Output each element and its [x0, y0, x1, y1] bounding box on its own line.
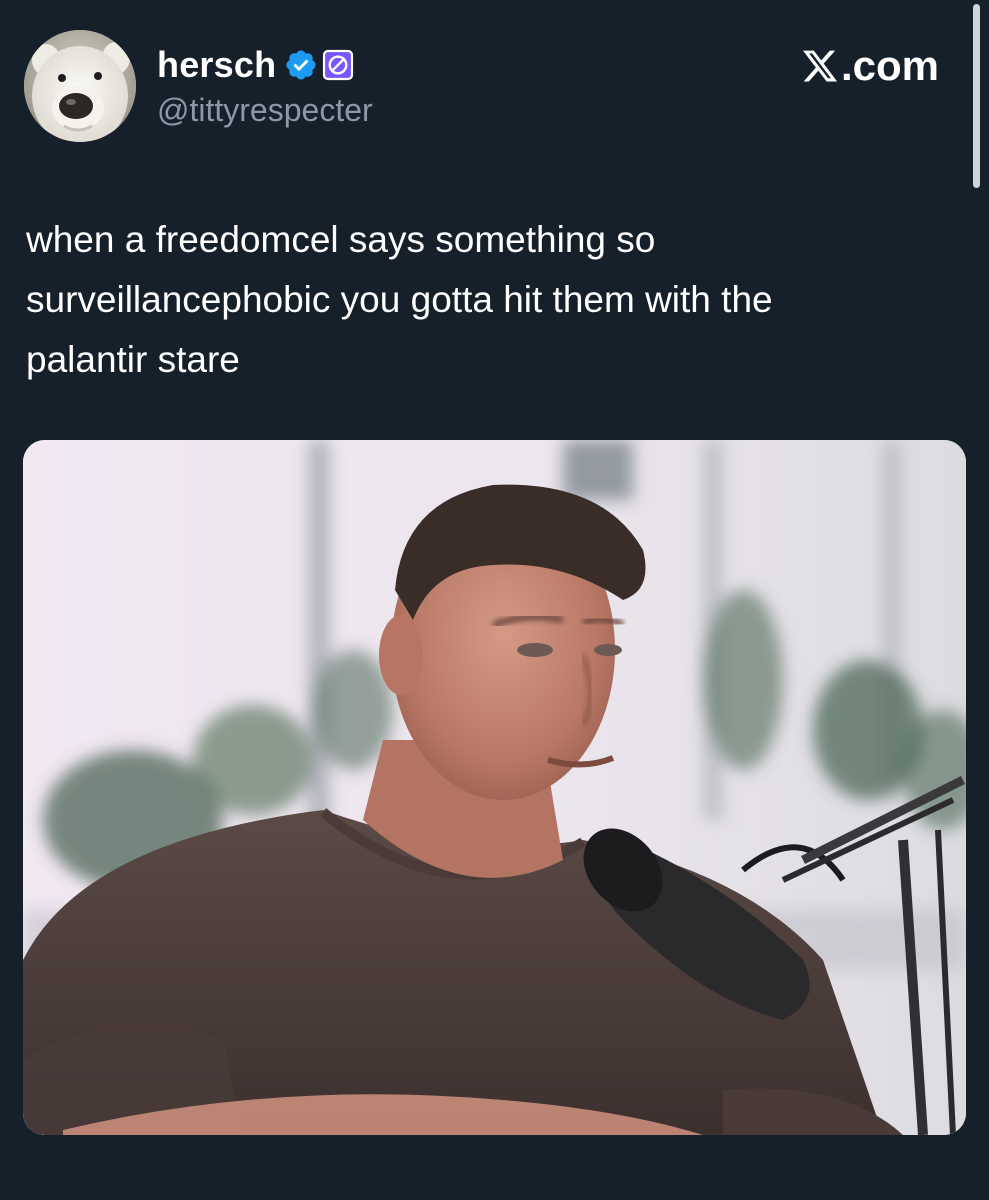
x-logo-icon	[802, 50, 838, 82]
site-label: .com	[801, 42, 939, 90]
tweet-text: when a freedomcel says something so surv…	[26, 210, 946, 390]
tweet-text-line: when a freedomcel says something so	[26, 219, 656, 260]
tweet-media-image[interactable]	[23, 440, 966, 1135]
podcast-still-photo	[23, 440, 966, 1135]
site-label-text: .com	[840, 42, 939, 89]
name-row[interactable]: hersch	[157, 42, 354, 88]
tweet-text-line: surveillancephobic you gotta hit them wi…	[26, 279, 773, 320]
display-name[interactable]: hersch	[157, 44, 276, 86]
user-handle[interactable]: @tittyrespecter	[157, 92, 373, 129]
tweet-text-line: palantir stare	[26, 339, 240, 380]
tweet-card: hersch @tittyrespecter .com when a freed…	[0, 0, 989, 1200]
polar-bear-avatar-icon	[24, 30, 136, 142]
avatar[interactable]	[24, 30, 136, 142]
verified-badge-icon	[286, 50, 316, 80]
affiliate-badge-icon	[323, 49, 354, 81]
scrollbar[interactable]	[973, 4, 980, 188]
